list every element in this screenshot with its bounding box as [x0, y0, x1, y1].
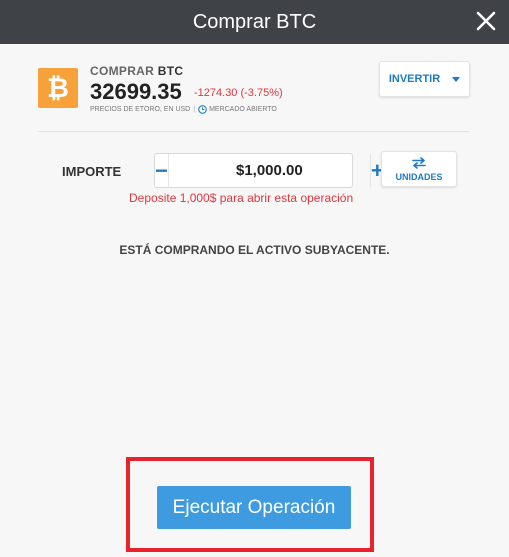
market-status: MERCADO ABIERTO [209, 106, 277, 113]
units-label: UNIDADES [395, 171, 443, 182]
meta-separator: | [193, 106, 196, 113]
bitcoin-icon: ₿ [38, 68, 78, 108]
invest-label: INVERTIR [388, 73, 441, 85]
execute-trade-button[interactable]: Ejecutar Operación [157, 486, 351, 529]
close-button[interactable] [474, 9, 498, 33]
trade-action-line: COMPRAR BTC [90, 64, 183, 78]
section-divider [38, 131, 470, 132]
close-icon [476, 11, 496, 31]
swap-arrows-icon [412, 156, 426, 169]
dialog-header: Comprar BTC [0, 0, 509, 44]
price-meta: PRECIOS DE ETORO, EN USD | MERCADO ABIER… [90, 105, 277, 114]
trade-action: COMPRAR [90, 64, 155, 78]
amount-input[interactable] [168, 154, 370, 187]
bitcoin-glyph: ₿ [46, 72, 69, 104]
asset-price: 32699.35 [90, 79, 182, 104]
amount-label: IMPORTE [62, 164, 122, 179]
units-toggle-button[interactable]: UNIDADES [381, 151, 457, 187]
decrease-amount-button[interactable]: − [155, 154, 169, 187]
caret-down-icon [452, 76, 461, 82]
dialog-title: Comprar BTC [192, 10, 317, 33]
price-source: PRECIOS DE ETORO, EN USD [90, 106, 191, 113]
price-change: -1274.30 (-3.75%) [194, 87, 283, 99]
clock-icon [198, 105, 207, 114]
deposit-warning: Deposite 1,000$ para abrir esta operació… [129, 191, 354, 205]
minus-icon: − [155, 157, 168, 183]
invest-dropdown-button[interactable]: INVERTIR [379, 61, 470, 97]
asset-symbol: BTC [157, 64, 184, 78]
underlying-asset-note: ESTÁ COMPRANDO EL ACTIVO SUBYACENTE. [119, 243, 390, 257]
amount-stepper: − + [154, 153, 384, 188]
